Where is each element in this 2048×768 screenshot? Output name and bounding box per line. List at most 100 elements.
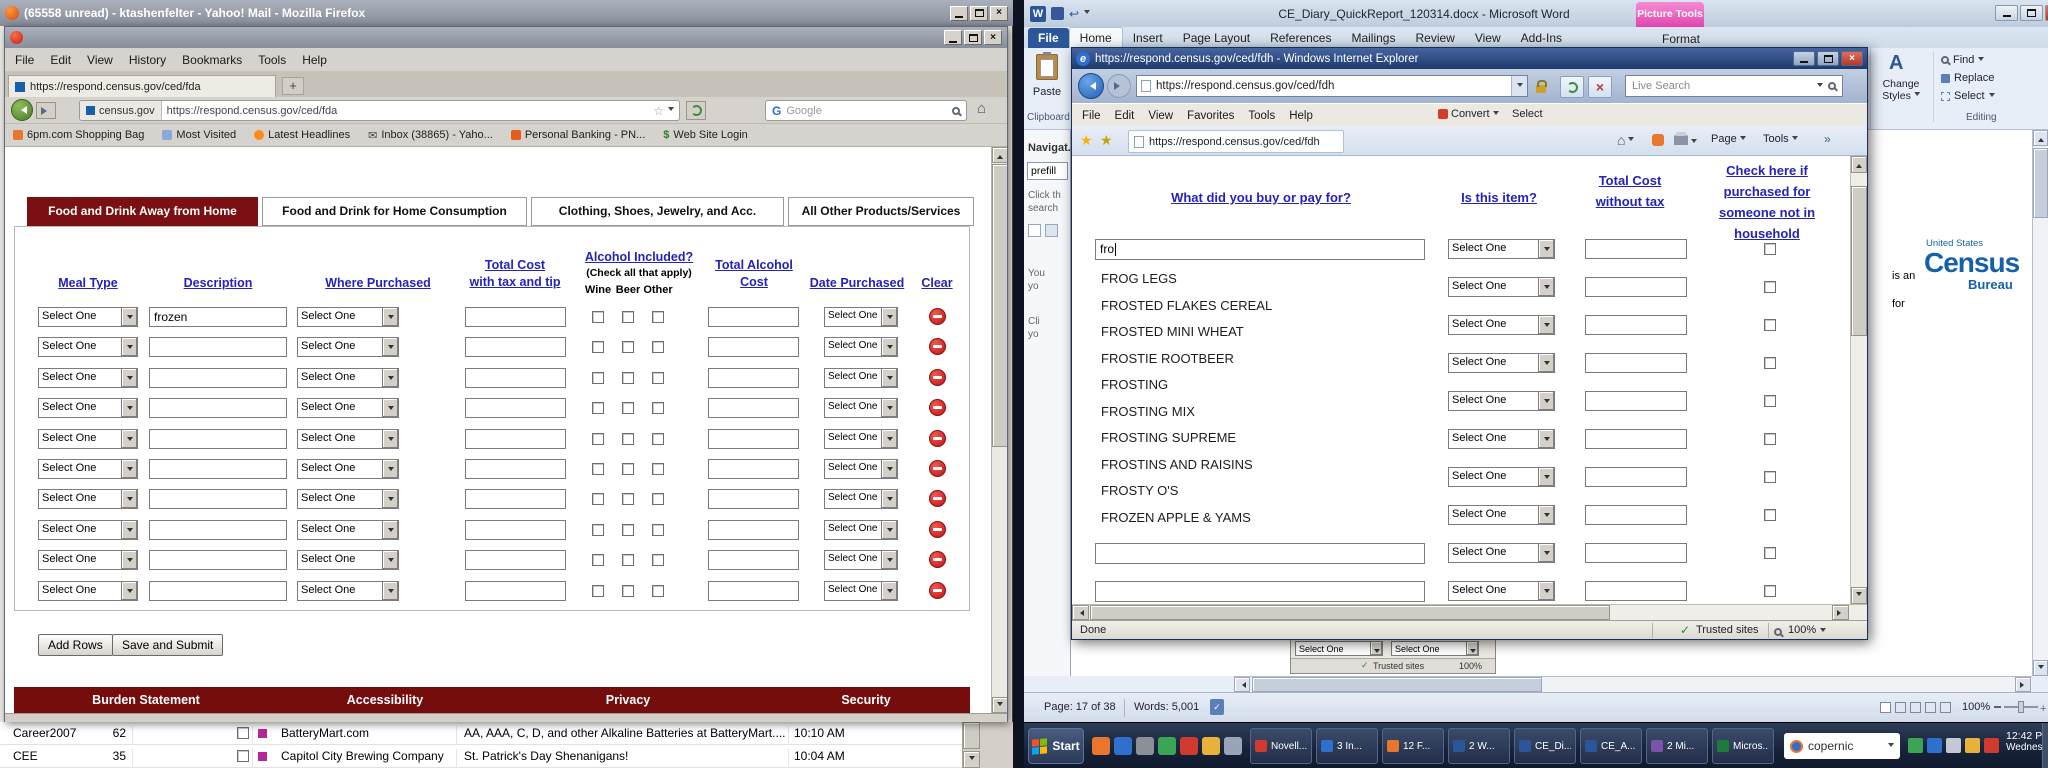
menu-item[interactable]: View (1144, 108, 1177, 124)
yahoo-titlebar[interactable]: (65558 unread) - ktashenfelter - Yahoo! … (0, 0, 1013, 26)
dropdown-arrow-icon[interactable] (881, 399, 897, 417)
is-this-item-select[interactable]: Select One (1448, 543, 1555, 563)
clear-row-button[interactable] (929, 399, 946, 416)
dropdown-arrow-icon[interactable] (1538, 316, 1554, 334)
view-button[interactable] (1925, 702, 1936, 713)
url-bar[interactable]: census.gov https://respond.census.gov/ce… (79, 100, 680, 121)
total-cost-input[interactable] (1585, 277, 1687, 297)
date-purchased-select[interactable]: Select One (824, 398, 898, 418)
total-cost-input[interactable] (465, 429, 566, 449)
replace-button[interactable]: Replace (1941, 72, 1994, 84)
bookmark-item[interactable]: $Web Site Login (663, 129, 748, 141)
total-cost-input[interactable] (1585, 429, 1687, 449)
add-rows-button[interactable]: Add Rows (38, 634, 113, 656)
description-input[interactable] (149, 489, 287, 509)
bookmark-item[interactable]: Latest Headlines (254, 129, 350, 141)
other-checkbox[interactable] (652, 463, 664, 475)
total-cost-input[interactable] (465, 550, 566, 570)
total-cost-input[interactable] (1585, 391, 1687, 411)
meal-type-select[interactable]: Select One (38, 459, 138, 479)
dropdown-arrow-icon[interactable] (382, 582, 398, 600)
maximize-button[interactable] (1817, 51, 1839, 66)
firefox-titlebar[interactable]: × (5, 27, 1007, 48)
where-purchased-select[interactable]: Select One (297, 581, 399, 601)
zoom-level[interactable]: 100% (1788, 624, 1816, 636)
tools-menu-button[interactable]: Tools (1763, 133, 1798, 145)
ribbon-tab[interactable]: View (1465, 28, 1511, 48)
minimize-button[interactable] (950, 6, 968, 21)
message-checkbox[interactable] (237, 750, 249, 762)
where-purchased-select[interactable]: Select One (297, 337, 399, 357)
beer-checkbox[interactable] (622, 554, 634, 566)
date-purchased-select[interactable]: Select One (824, 489, 898, 509)
alcohol-cost-input[interactable] (708, 307, 799, 327)
page-indicator[interactable]: Page: 17 of 38 (1044, 701, 1116, 713)
taskbar-window-button[interactable]: CE_A... (1580, 728, 1642, 764)
stop-button[interactable]: × (1588, 76, 1612, 98)
taskbar-window-button[interactable]: 2 Mi... (1646, 728, 1708, 764)
not-in-household-checkbox[interactable] (1764, 395, 1776, 407)
dropdown-arrow-icon[interactable] (382, 490, 398, 508)
word-horizontal-scrollbar[interactable] (1234, 676, 2032, 692)
quick-launch-icon[interactable] (1158, 737, 1176, 755)
where-purchased-select[interactable]: Select One (297, 550, 399, 570)
chevron-icon[interactable]: » (1824, 132, 1831, 146)
other-checkbox[interactable] (652, 402, 664, 414)
total-cost-input[interactable] (465, 337, 566, 357)
scroll-up-button[interactable] (1851, 156, 1867, 173)
taskbar-window-button[interactable]: 2 W... (1448, 728, 1510, 764)
not-in-household-checkbox[interactable] (1764, 585, 1776, 597)
taskbar-clock[interactable]: 12:42 PM Wednesday (2006, 730, 2044, 753)
dropdown-arrow-icon[interactable] (1538, 278, 1554, 296)
clear-row-button[interactable] (929, 369, 946, 386)
dropdown-arrow-icon[interactable] (1538, 430, 1554, 448)
ie-titlebar[interactable]: e https://respond.census.gov/ced/fdh - W… (1072, 48, 1867, 69)
is-this-item-select[interactable]: Select One (1448, 315, 1555, 335)
menu-item[interactable]: Help (298, 51, 331, 69)
wine-checkbox[interactable] (592, 341, 604, 353)
wine-checkbox[interactable] (592, 554, 604, 566)
dropdown-arrow-icon[interactable] (1466, 642, 1478, 655)
address-bar[interactable]: https://respond.census.gov/ced/fdh (1136, 75, 1528, 97)
dropdown-arrow-icon[interactable] (121, 490, 137, 508)
navigation-search-input[interactable]: prefill (1027, 162, 1068, 180)
total-cost-input[interactable] (1585, 581, 1687, 601)
favorites-star-icon[interactable]: ★ (1080, 132, 1093, 149)
is-this-item-select[interactable]: Select One (1448, 429, 1555, 449)
dropdown-arrow-icon[interactable] (382, 430, 398, 448)
message-sender[interactable]: Capitol City Brewing Company (281, 749, 453, 763)
not-in-household-checkbox[interactable] (1764, 357, 1776, 369)
close-button[interactable]: × (1841, 51, 1863, 66)
reload-button[interactable] (686, 101, 706, 120)
description-input[interactable] (149, 459, 287, 479)
dropdown-arrow-icon[interactable] (881, 308, 897, 326)
undo-icon[interactable]: ↩ (1069, 7, 1079, 21)
alcohol-cost-input[interactable] (708, 581, 799, 601)
home-button[interactable]: ⌂ (1617, 132, 1634, 148)
footer-link-burden-statement[interactable]: Burden Statement (92, 693, 200, 707)
menu-item[interactable]: Bookmarks (178, 51, 246, 69)
qat-dropdown-icon[interactable] (1084, 10, 1090, 17)
meal-type-select[interactable]: Select One (38, 307, 138, 327)
item-description-input[interactable] (1095, 581, 1425, 602)
back-button[interactable] (11, 99, 33, 121)
tab-food-away-from-home[interactable]: Food and Drink Away from Home (27, 197, 258, 226)
dropdown-arrow-icon[interactable] (382, 338, 398, 356)
refresh-button[interactable] (1560, 76, 1584, 98)
wine-checkbox[interactable] (592, 585, 604, 597)
alcohol-cost-input[interactable] (708, 459, 799, 479)
total-cost-input[interactable] (465, 368, 566, 388)
total-cost-input[interactable] (1585, 315, 1687, 335)
folder-name[interactable]: Career2007 (13, 726, 98, 740)
dropdown-arrow-icon[interactable] (881, 338, 897, 356)
total-cost-input[interactable] (1585, 505, 1687, 525)
dropdown-arrow-icon[interactable] (121, 369, 137, 387)
clear-row-button[interactable] (929, 582, 946, 599)
dropdown-arrow-icon[interactable] (382, 521, 398, 539)
description-input[interactable] (149, 368, 287, 388)
select-button[interactable]: Select (1512, 108, 1543, 120)
description-input[interactable] (149, 550, 287, 570)
other-checkbox[interactable] (652, 493, 664, 505)
scroll-down-button[interactable] (1851, 587, 1867, 604)
dropdown-arrow-icon[interactable] (121, 521, 137, 539)
